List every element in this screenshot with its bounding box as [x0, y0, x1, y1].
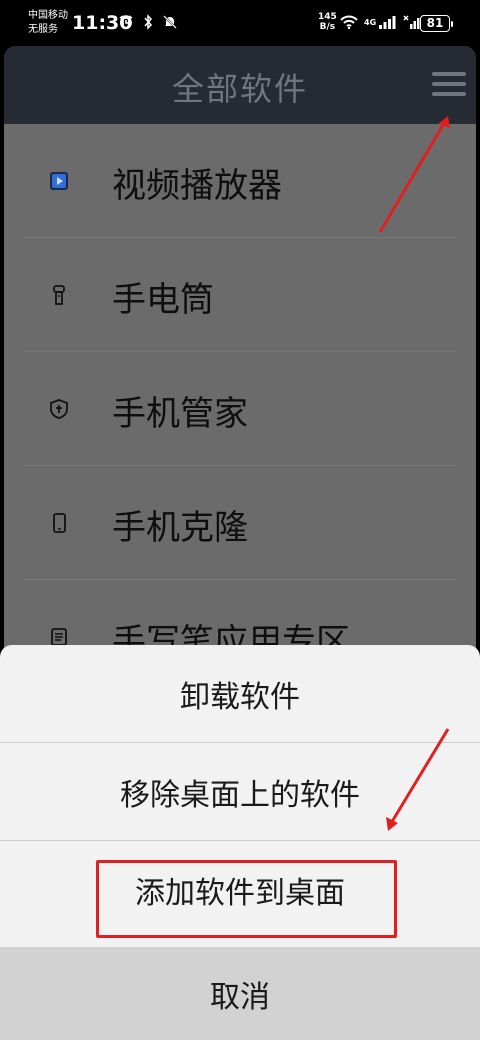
net-speed-value: 145: [318, 12, 337, 22]
status-bar: 中国移动 无服务 11:30 145 B/s 4G 81: [0, 0, 480, 46]
remove-from-desktop-button[interactable]: 移除桌面上的软件: [0, 743, 480, 841]
shield-icon: [50, 399, 68, 419]
cancel-button[interactable]: 取消: [0, 947, 480, 1040]
software-list: 视频播放器 手电筒 手机管家 手机克隆 手写笔应用专区: [4, 124, 476, 694]
list-item-label: 手电筒: [112, 280, 214, 320]
flashlight-icon: [53, 285, 65, 305]
app-header: 全部软件: [4, 46, 476, 124]
service-status: 无服务: [28, 24, 58, 35]
alarm-icon: [119, 15, 133, 29]
net-speed-unit: B/s: [319, 22, 336, 32]
list-item-phone-clone[interactable]: 手机克隆: [4, 466, 476, 580]
phone-icon: [53, 513, 66, 533]
mute-bell-icon: [163, 15, 177, 29]
uninstall-button[interactable]: 卸载软件: [0, 645, 480, 743]
page-title: 全部软件: [171, 70, 308, 108]
list-item-phone-manager[interactable]: 手机管家: [4, 352, 476, 466]
wifi-icon: [340, 15, 358, 30]
action-sheet: 卸载软件 移除桌面上的软件 添加软件到桌面 取消: [0, 645, 480, 1040]
list-item-video-player[interactable]: 视频播放器: [4, 124, 476, 238]
list-item-label: 手机克隆: [112, 508, 248, 548]
phone-screen: 中国移动 无服务 11:30 145 B/s 4G 81 全部软件 视频播放器 …: [0, 0, 480, 1040]
carrier-info: 中国移动 无服务: [28, 9, 68, 37]
bluetooth-icon: [144, 14, 153, 30]
carrier-name: 中国移动: [28, 10, 68, 21]
signal-icon: [379, 16, 396, 29]
add-to-desktop-button[interactable]: 添加软件到桌面: [0, 841, 480, 939]
battery-indicator: 81: [420, 15, 453, 32]
list-item-label: 视频播放器: [112, 166, 282, 206]
network-type-label: 4G: [364, 17, 377, 27]
hamburger-menu-icon[interactable]: [432, 72, 466, 100]
list-item-flashlight[interactable]: 手电筒: [4, 238, 476, 352]
video-player-icon: [50, 172, 68, 190]
no-sim-signal-icon: [403, 15, 420, 29]
list-item-label: 手机管家: [112, 394, 248, 434]
status-icons-left: [118, 14, 178, 30]
net-speed: 145 B/s: [318, 12, 337, 32]
status-icons-right: 4G: [340, 14, 420, 30]
